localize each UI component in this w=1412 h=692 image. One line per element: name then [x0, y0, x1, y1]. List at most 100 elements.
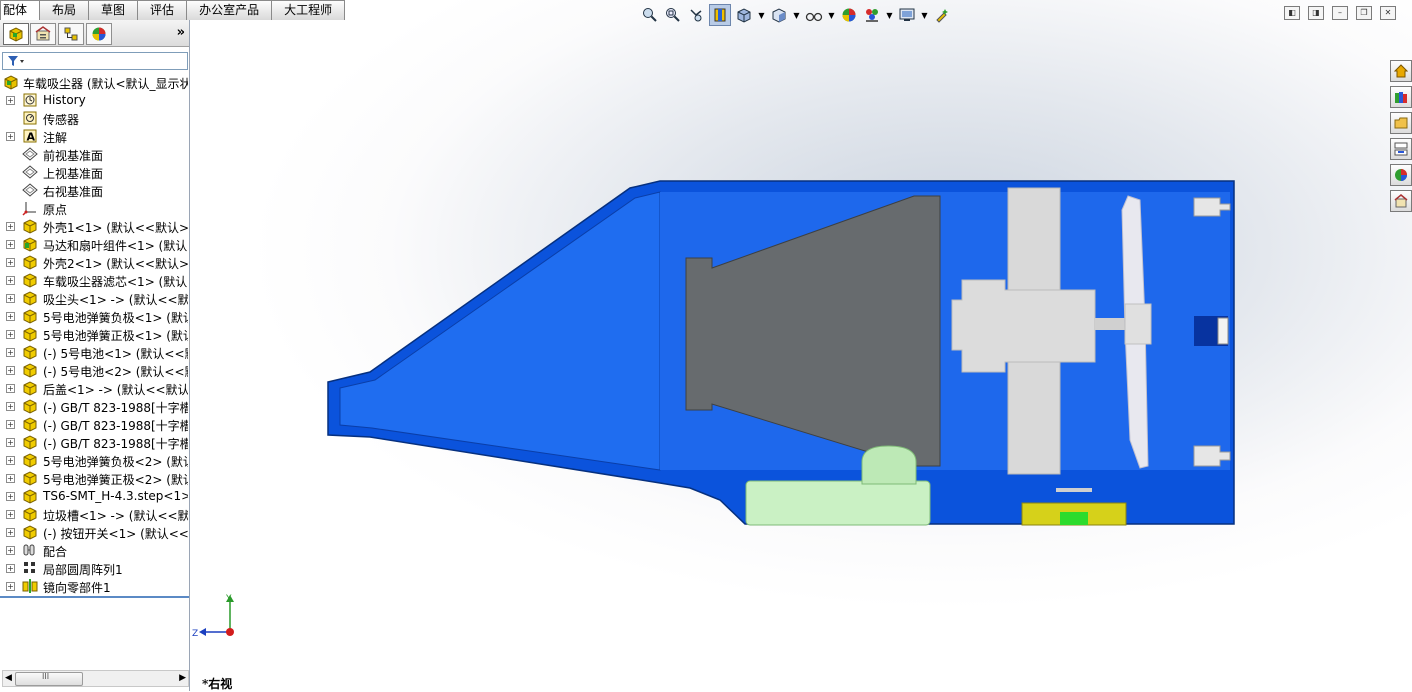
tree-item[interactable]: +5号电池弹簧负极<2> (默认<	[0, 451, 188, 469]
section-view-button[interactable]	[709, 4, 731, 26]
tab-office-products[interactable]: 办公室产品	[186, 0, 273, 20]
appearances-tab[interactable]	[1390, 164, 1412, 186]
expand-toggle-icon[interactable]: +	[6, 528, 15, 537]
expand-toggle-icon[interactable]: +	[6, 564, 15, 573]
tree-item[interactable]: + TS6-SMT_H-4.3.step<1>	[0, 487, 188, 505]
display-style-button[interactable]	[769, 5, 789, 25]
display-manager-tab[interactable]	[86, 23, 112, 45]
design-library-tab[interactable]	[1390, 86, 1412, 108]
custom-properties-tab[interactable]	[1390, 190, 1412, 212]
zoom-to-fit-button[interactable]	[640, 5, 660, 25]
close-button[interactable]: ✕	[1380, 6, 1396, 20]
tree-item[interactable]: + A 注解	[0, 127, 188, 145]
tree-item[interactable]: + 局部圆周阵列1	[0, 559, 188, 577]
tree-filter-input[interactable]	[2, 52, 188, 70]
tree-item[interactable]: 原点	[0, 199, 188, 217]
chevron-down-icon[interactable]: ▼	[757, 5, 766, 25]
feature-tree: 车载吸尘器 (默认<默认_显示状 + History 传感器 + A 注解 前视基准面 上视基准…	[0, 73, 188, 595]
expand-toggle-icon[interactable]: +	[6, 240, 15, 249]
hide-show-items-button[interactable]	[804, 5, 824, 25]
configuration-manager-tab[interactable]	[58, 23, 84, 45]
expand-toggle-icon[interactable]: +	[6, 582, 15, 591]
expand-toggle-icon[interactable]: +	[6, 546, 15, 555]
expand-toggle-icon[interactable]: +	[6, 492, 15, 501]
tree-item[interactable]: + (-) 5号电池<1> (默认<<默	[0, 343, 188, 361]
minimize-button[interactable]: –	[1332, 6, 1348, 20]
tree-item[interactable]: + (-) 按钮开关<1> (默认<<默	[0, 523, 188, 541]
tree-item[interactable]: + 垃圾槽<1> -> (默认<<默认	[0, 505, 188, 523]
tree-item[interactable]: + (-) GB/T 823-1988[十字槽	[0, 397, 188, 415]
tree-item[interactable]: + 镜向零部件1	[0, 577, 188, 595]
panel-more-button[interactable]: »	[177, 25, 185, 40]
tree-item[interactable]: + (-) GB/T 823-1988[十字槽	[0, 415, 188, 433]
restore-button[interactable]: ❐	[1356, 6, 1372, 20]
expand-toggle-icon[interactable]: +	[6, 330, 15, 339]
expand-toggle-icon[interactable]: +	[6, 222, 15, 231]
scroll-right-icon[interactable]: ▶	[179, 673, 186, 683]
horizontal-scrollbar[interactable]: ◀ III ▶	[2, 670, 189, 687]
expand-toggle-icon[interactable]: +	[6, 258, 15, 267]
rendering-tools-button[interactable]	[932, 5, 952, 25]
chevron-down-icon[interactable]: ▼	[792, 5, 801, 25]
tab-evaluate[interactable]: 评估	[137, 0, 188, 20]
property-manager-tab[interactable]	[30, 23, 56, 45]
tree-item[interactable]: 传感器	[0, 109, 188, 127]
tree-item[interactable]: 前视基准面	[0, 145, 188, 163]
previous-view-button[interactable]	[686, 5, 706, 25]
expand-toggle-icon[interactable]: +	[6, 312, 15, 321]
expand-toggle-icon[interactable]: +	[6, 96, 15, 105]
graphics-viewport[interactable]: ▼ ▼ ▼ ▼ ▼ ◧ ◨ – ❐ ✕ Y Z *右视	[190, 0, 1412, 691]
tree-item[interactable]: 右视基准面	[0, 181, 188, 199]
tree-item[interactable]: + 外壳1<1> (默认<<默认>_	[0, 217, 188, 235]
tile-right-button[interactable]: ◨	[1308, 6, 1324, 20]
expand-toggle-icon[interactable]: +	[6, 474, 15, 483]
tree-item[interactable]: + 后盖<1> -> (默认<<默认>	[0, 379, 188, 397]
edit-appearance-button[interactable]	[839, 5, 859, 25]
tree-item[interactable]: + 马达和扇叶组件<1> (默认<	[0, 235, 188, 253]
expand-toggle-icon[interactable]: +	[6, 456, 15, 465]
view-settings-button[interactable]	[897, 5, 917, 25]
tree-item[interactable]: + History	[0, 91, 188, 109]
part-icon	[22, 290, 38, 306]
expand-toggle-icon[interactable]: +	[6, 438, 15, 447]
tree-item-label: 注解	[43, 131, 68, 145]
view-palette-tab[interactable]	[1390, 138, 1412, 160]
view-orientation-button[interactable]	[734, 5, 754, 25]
expand-toggle-icon[interactable]: +	[6, 402, 15, 411]
file-explorer-tab[interactable]	[1390, 112, 1412, 134]
tree-item[interactable]: +5号电池弹簧正极<2> (默认<	[0, 469, 188, 487]
tree-root-assembly[interactable]: 车载吸尘器 (默认<默认_显示状	[0, 73, 188, 91]
expand-toggle-icon[interactable]: +	[6, 294, 15, 303]
apply-scene-button[interactable]	[862, 5, 882, 25]
expand-toggle-icon[interactable]: +	[6, 132, 15, 141]
tree-item[interactable]: + (-) GB/T 823-1988[十字槽	[0, 433, 188, 451]
tree-item-label: 垃圾槽<1> -> (默认<<默认	[43, 509, 188, 523]
tree-item[interactable]: + (-) 5号电池<2> (默认<<默	[0, 361, 188, 379]
expand-toggle-icon[interactable]: +	[6, 366, 15, 375]
tab-assembly[interactable]: 配体	[0, 0, 41, 20]
scroll-left-icon[interactable]: ◀	[5, 673, 12, 683]
chevron-down-icon[interactable]: ▼	[920, 5, 929, 25]
tile-left-button[interactable]: ◧	[1284, 6, 1300, 20]
tab-layout[interactable]: 布局	[39, 0, 90, 20]
chevron-down-icon[interactable]: ▼	[885, 5, 894, 25]
chevron-down-icon[interactable]: ▼	[827, 5, 836, 25]
tree-item[interactable]: + 配合	[0, 541, 188, 559]
expand-toggle-icon[interactable]: +	[6, 384, 15, 393]
solidworks-resources-tab[interactable]	[1390, 60, 1412, 82]
feature-tree-tab[interactable]	[3, 23, 29, 45]
tree-item[interactable]: + 外壳2<1> (默认<<默认>_	[0, 253, 188, 271]
tree-item[interactable]: + 车载吸尘器滤芯<1> (默认<	[0, 271, 188, 289]
tree-item[interactable]: 上视基准面	[0, 163, 188, 181]
tree-item[interactable]: + 吸尘头<1> -> (默认<<默认	[0, 289, 188, 307]
expand-toggle-icon[interactable]: +	[6, 420, 15, 429]
zoom-area-button[interactable]	[663, 5, 683, 25]
tree-item[interactable]: +5号电池弹簧负极<1> (默认<	[0, 307, 188, 325]
expand-toggle-icon[interactable]: +	[6, 348, 15, 357]
expand-toggle-icon[interactable]: +	[6, 276, 15, 285]
tree-item[interactable]: +5号电池弹簧正极<1> (默认<	[0, 325, 188, 343]
tab-sketch[interactable]: 草图	[88, 0, 139, 20]
tab-engineer[interactable]: 大工程师	[271, 0, 346, 20]
scrollbar-thumb[interactable]: III	[15, 672, 83, 686]
expand-toggle-icon[interactable]: +	[6, 510, 15, 519]
